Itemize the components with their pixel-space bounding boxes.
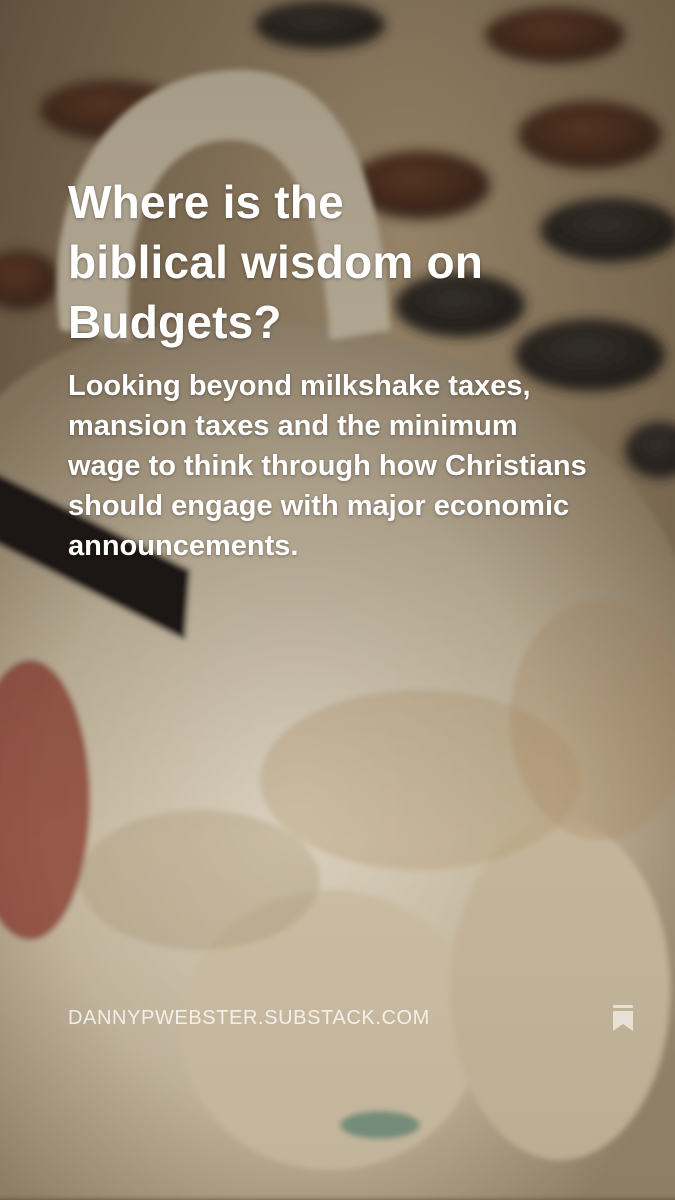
post-subtitle: Looking beyond milkshake taxes, mansion … — [68, 370, 587, 562]
post-title: Where is the biblical wisdom on Budgets? — [68, 176, 484, 348]
bookmark-icon[interactable] — [610, 1004, 636, 1032]
publication-url[interactable]: DANNYPWEBSTER.SUBSTACK.COM — [68, 1004, 430, 1032]
share-card: Where is the biblical wisdom on Budgets?… — [0, 0, 675, 1200]
